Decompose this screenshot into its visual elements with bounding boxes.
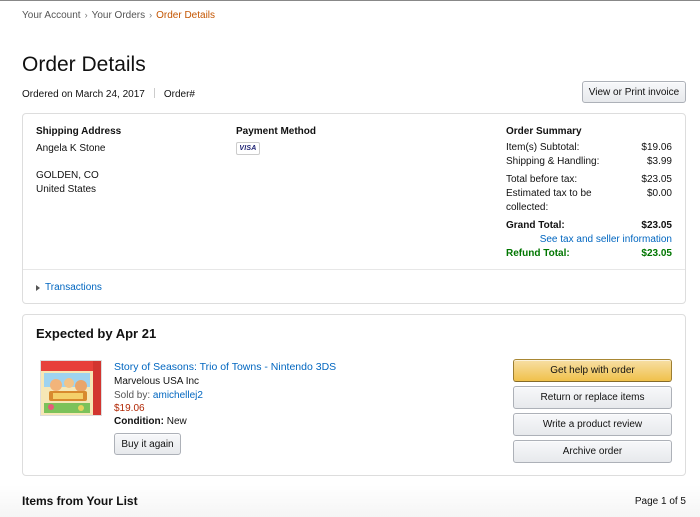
transactions-link[interactable]: Transactions — [45, 282, 102, 293]
condition-label: Condition: — [114, 416, 164, 427]
product-publisher: Marvelous USA Inc — [114, 376, 200, 387]
delivery-expected-heading: Expected by Apr 21 — [36, 326, 157, 341]
archive-order-button[interactable]: Archive order — [513, 440, 672, 463]
breadcrumb: Your Account › Your Orders › Order Details — [22, 10, 215, 21]
condition-value: New — [166, 416, 187, 427]
caret-right-icon — [36, 284, 40, 291]
breadcrumb-current: Order Details — [156, 10, 216, 21]
tax-seller-info-link[interactable]: See tax and seller information — [540, 234, 672, 245]
payment-method-heading: Payment Method — [236, 126, 317, 137]
chevron-right-icon: › — [84, 10, 88, 20]
grand-total-value: $23.05 — [641, 220, 672, 231]
buy-it-again-button[interactable]: Buy it again — [114, 433, 181, 455]
subtotal-value: $19.06 — [641, 142, 672, 153]
shipping-address-heading: Shipping Address — [36, 126, 122, 137]
visa-card-icon: VISA — [236, 142, 260, 155]
tax-label-line2: collected: — [506, 202, 549, 213]
product-title-link[interactable]: Story of Seasons: Trio of Towns - Ninten… — [114, 361, 336, 373]
before-tax-label: Total before tax: — [506, 174, 578, 185]
seller-link[interactable]: amichellej2 — [153, 390, 203, 401]
write-review-button[interactable]: Write a product review — [513, 413, 672, 436]
view-print-invoice-button[interactable]: View or Print invoice — [582, 81, 686, 103]
refund-total-value: $23.05 — [641, 248, 672, 259]
ordered-on-date: Ordered on March 24, 2017 — [22, 89, 145, 100]
order-summary-heading: Order Summary — [506, 126, 582, 137]
shipping-name: Angela K Stone — [36, 143, 106, 154]
return-replace-button[interactable]: Return or replace items — [513, 386, 672, 409]
order-info-box — [22, 113, 686, 304]
section-divider — [23, 269, 685, 270]
transactions-toggle[interactable]: Transactions — [36, 282, 102, 293]
subtotal-label: Item(s) Subtotal: — [506, 142, 580, 153]
breadcrumb-your-orders[interactable]: Your Orders — [92, 10, 146, 21]
tax-label-line1: Estimated tax to be — [506, 188, 592, 199]
order-number-label: Order# — [163, 89, 195, 100]
items-from-list-heading: Items from Your List — [22, 494, 138, 508]
breadcrumb-your-account[interactable]: Your Account — [22, 10, 81, 21]
grand-total-label: Grand Total: — [506, 220, 565, 231]
shipping-country: United States — [36, 184, 97, 195]
get-help-button[interactable]: Get help with order — [513, 359, 672, 382]
condition-line: Condition: New — [114, 416, 187, 427]
sold-by-label: Sold by: — [114, 390, 151, 401]
product-box-art-icon — [41, 361, 101, 415]
refund-total-label: Refund Total: — [506, 248, 570, 259]
sold-by-line: Sold by: amichellej2 — [114, 390, 203, 401]
shipping-handling-label: Shipping & Handling: — [506, 156, 600, 167]
order-meta: Ordered on March 24, 2017 Order# — [22, 88, 195, 100]
meta-divider — [153, 88, 155, 98]
product-price: $19.06 — [114, 403, 145, 414]
tax-value: $0.00 — [646, 188, 672, 199]
before-tax-value: $23.05 — [641, 174, 672, 185]
chevron-right-icon: › — [149, 10, 153, 20]
page-indicator: Page 1 of 5 — [634, 496, 686, 507]
product-image[interactable] — [40, 360, 102, 416]
page-title: Order Details — [22, 53, 146, 76]
shipping-city-state: GOLDEN, CO — [36, 170, 99, 181]
shipping-handling-value: $3.99 — [646, 156, 672, 167]
